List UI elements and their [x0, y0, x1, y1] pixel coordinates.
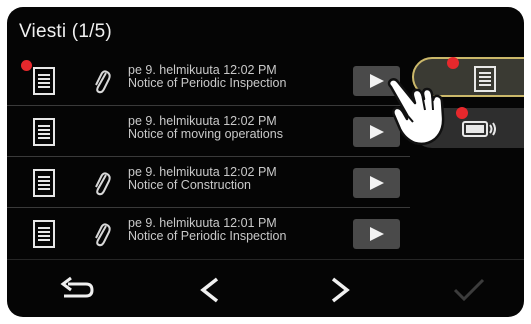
pointing-hand-icon: [387, 78, 445, 146]
message-list: pe 9. helmikuuta 12:02 PM Notice of Peri…: [7, 55, 410, 259]
next-icon[interactable]: [321, 276, 361, 304]
message-row[interactable]: pe 9. helmikuuta 12:01 PM Notice of Peri…: [7, 208, 410, 259]
document-icon: [33, 220, 55, 248]
message-subject: Notice of Periodic Inspection: [128, 76, 287, 90]
document-icon: [33, 67, 55, 95]
previous-icon[interactable]: [191, 276, 231, 304]
notification-badge: [456, 107, 468, 119]
attachment-icon: [95, 172, 111, 196]
play-button[interactable]: [353, 168, 400, 198]
back-icon[interactable]: [58, 276, 98, 304]
message-subject: Notice of moving operations: [128, 127, 283, 141]
document-icon: [33, 118, 55, 146]
message-text: pe 9. helmikuuta 12:02 PM Notice of Peri…: [128, 64, 286, 90]
play-button[interactable]: [353, 219, 400, 249]
page-title: Viesti (1/5): [19, 21, 112, 42]
message-text: pe 9. helmikuuta 12:02 PM Notice of Cons…: [128, 166, 277, 192]
attachment-icon: [95, 70, 111, 94]
message-row[interactable]: pe 9. helmikuuta 12:02 PM Notice of Peri…: [7, 55, 410, 106]
notification-badge: [447, 57, 459, 69]
message-subject: Notice of Periodic Inspection: [128, 229, 287, 243]
document-icon: [474, 66, 496, 92]
message-screen: Viesti (1/5) pe 9. helmikuuta 12:02 PM N…: [7, 7, 524, 317]
battery-icon: [462, 121, 496, 137]
message-row[interactable]: pe 9. helmikuuta 12:02 PM Notice of movi…: [7, 106, 410, 157]
attachment-icon: [95, 223, 111, 247]
bottom-navigation: [7, 259, 524, 317]
message-text: pe 9. helmikuuta 12:01 PM Notice of Peri…: [128, 217, 286, 243]
message-text: pe 9. helmikuuta 12:02 PM Notice of movi…: [128, 115, 283, 141]
message-row[interactable]: pe 9. helmikuuta 12:02 PM Notice of Cons…: [7, 157, 410, 208]
confirm-check-icon[interactable]: [449, 276, 489, 304]
document-icon: [33, 169, 55, 197]
message-subject: Notice of Construction: [128, 178, 251, 192]
unread-badge: [21, 60, 32, 71]
